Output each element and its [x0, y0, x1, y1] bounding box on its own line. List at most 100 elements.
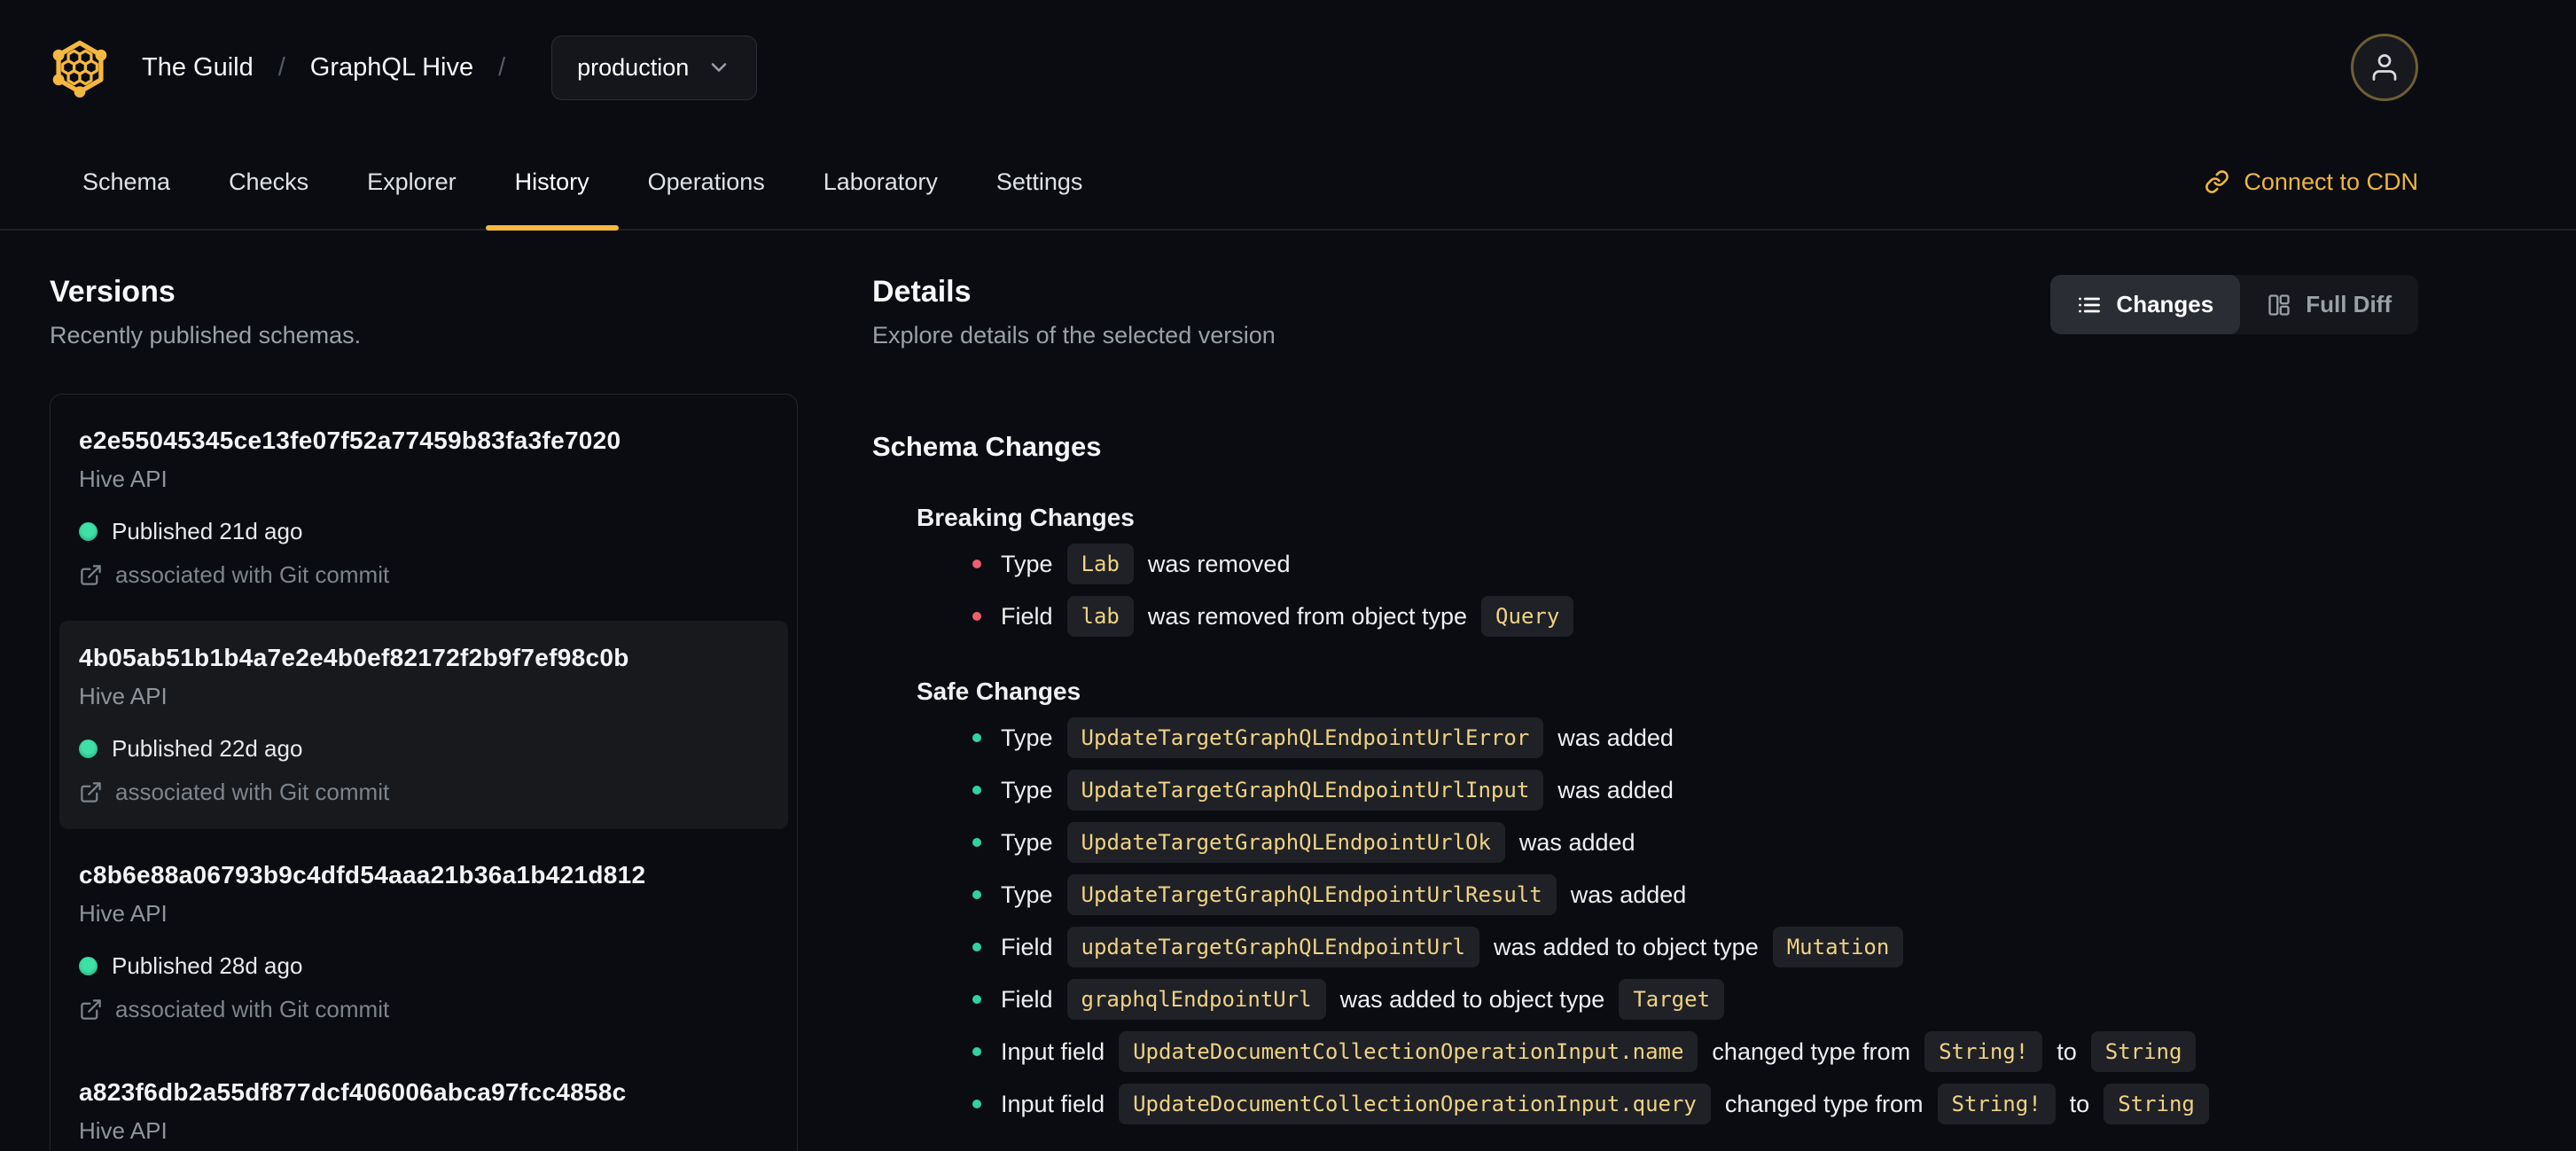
- version-status: Published 28d ago: [79, 952, 769, 980]
- version-git-text: associated with Git commit: [115, 561, 390, 588]
- change-text: was added: [1570, 881, 1687, 908]
- change-text: changed type from: [1724, 1090, 1924, 1117]
- version-hash: c8b6e88a06793b9c4dfd54aaa21b36a1b421d812: [79, 861, 646, 889]
- change-row-parts: Type UpdateTargetGraphQLEndpointUrlInput w…: [1001, 770, 1674, 810]
- change-text: was removed from object type: [1147, 602, 1468, 630]
- change-text: to: [2057, 1037, 2077, 1065]
- safe-bullet-icon: [972, 943, 981, 951]
- version-git-link[interactable]: associated with Git commit: [79, 996, 769, 1023]
- versions-subtitle: Recently published schemas.: [50, 322, 362, 348]
- list-icon: [2079, 297, 2101, 312]
- published-dot-icon: [79, 957, 98, 975]
- change-row-parts: Type UpdateTargetGraphQLEndpointUrlError w…: [1001, 717, 1674, 758]
- version-item[interactable]: a823f6db2a55df877dcf406006abca97fcc4858c…: [59, 1055, 788, 1151]
- connect-to-cdn-label: Connect to CDN: [2244, 168, 2418, 195]
- code-chip: lab: [1066, 596, 1134, 637]
- safe-bullet-icon: [972, 890, 981, 899]
- code-chip: UpdateTargetGraphQLEndpointUrlResult: [1066, 874, 1557, 915]
- full-diff-toggle-button[interactable]: Full Diff: [2240, 275, 2418, 334]
- version-git-text: associated with Git commit: [115, 779, 390, 805]
- full-diff-toggle-label: Full Diff: [2306, 291, 2392, 317]
- target-selector-value: production: [577, 53, 690, 81]
- safe-bullet-icon: [972, 786, 981, 795]
- tab-schema[interactable]: Schema: [53, 135, 199, 229]
- change-text: was added: [1557, 724, 1674, 751]
- tab-checks[interactable]: Checks: [199, 135, 338, 229]
- tab-operations[interactable]: Operations: [619, 135, 794, 229]
- chevron-down-icon: [711, 63, 727, 72]
- changes-toggle-label: Changes: [2116, 291, 2214, 317]
- tab-history[interactable]: History: [485, 135, 619, 231]
- change-row: Type UpdateTargetGraphQLEndpointUrlResult…: [972, 874, 2418, 915]
- hive-logo-icon[interactable]: [50, 37, 110, 98]
- tab-settings[interactable]: Settings: [967, 135, 1112, 229]
- version-git-text: associated with Git commit: [115, 996, 390, 1022]
- code-chip: Mutation: [1772, 927, 1904, 967]
- user-menu-button[interactable]: [2351, 34, 2418, 101]
- breadcrumb-project[interactable]: GraphQL Hive: [310, 53, 473, 82]
- code-chip: UpdateDocumentCollectionOperationInput.q…: [1119, 1084, 1711, 1124]
- change-row-parts: Input field UpdateDocumentCollectionOpera…: [1001, 1084, 2209, 1124]
- connect-to-cdn-button[interactable]: Connect to CDN: [2205, 135, 2418, 229]
- version-status-text: Published 28d ago: [112, 952, 303, 979]
- breadcrumb: The Guild / GraphQL Hive / production: [142, 35, 758, 100]
- tab-explorer[interactable]: Explorer: [338, 135, 486, 229]
- details-header-text: Details Explore details of the selected …: [872, 275, 1276, 349]
- version-status: Published 21d ago: [79, 518, 769, 545]
- external-link-icon: [81, 999, 101, 1020]
- breadcrumb-org[interactable]: The Guild: [142, 53, 254, 82]
- version-hash: a823f6db2a55df877dcf406006abca97fcc4858c: [79, 1078, 627, 1106]
- details-header: Details Explore details of the selected …: [872, 275, 2418, 349]
- change-text: changed type from: [1712, 1037, 1911, 1065]
- code-chip: UpdateDocumentCollectionOperationInput.n…: [1119, 1031, 1698, 1072]
- change-row-parts: Field lab was removed from object type Quer…: [1001, 596, 1574, 637]
- safe-bullet-icon: [972, 733, 981, 742]
- version-status-text: Published 22d ago: [112, 735, 303, 762]
- published-dot-icon: [79, 740, 98, 758]
- change-row-parts: Type UpdateTargetGraphQLEndpointUrlOk was …: [1001, 822, 1635, 863]
- change-row: Type UpdateTargetGraphQLEndpointUrlOk was …: [972, 822, 2418, 863]
- code-chip: Target: [1619, 979, 1725, 1020]
- version-service: Hive API: [79, 466, 168, 492]
- code-chip: Lab: [1066, 544, 1134, 584]
- change-text: Input field: [1001, 1090, 1105, 1117]
- version-git-link[interactable]: associated with Git commit: [79, 561, 769, 589]
- tab-laboratory[interactable]: Laboratory: [794, 135, 967, 229]
- version-git-link[interactable]: associated with Git commit: [79, 779, 769, 806]
- change-text: was added to object type: [1494, 933, 1759, 960]
- version-service: Hive API: [79, 1117, 168, 1144]
- code-chip: UpdateTargetGraphQLEndpointUrlError: [1066, 717, 1544, 758]
- code-chip: Query: [1481, 596, 1574, 637]
- versions-panel: Versions Recently published schemas. e2e…: [50, 275, 798, 1151]
- code-chip: updateTargetGraphQLEndpointUrl: [1066, 927, 1480, 967]
- breaking-bullet-icon: [972, 560, 981, 568]
- diff-columns-icon: [2268, 294, 2290, 316]
- external-link-icon: [81, 565, 101, 585]
- version-item[interactable]: c8b6e88a06793b9c4dfd54aaa21b36a1b421d812…: [59, 838, 788, 1046]
- change-text: Field: [1001, 933, 1053, 960]
- change-text: Field: [1001, 602, 1053, 630]
- code-chip: String: [2090, 1031, 2197, 1072]
- change-text: Type: [1001, 881, 1053, 908]
- version-item[interactable]: 4b05ab51b1b4a7e2e4b0ef82172f2b9f7ef98c0b…: [59, 621, 788, 829]
- change-text: Field: [1001, 985, 1053, 1013]
- version-service: Hive API: [79, 900, 168, 927]
- change-row: Field lab was removed from object type Quer…: [972, 596, 2418, 637]
- external-link-icon: [81, 782, 101, 803]
- breadcrumb-separator: /: [277, 52, 285, 82]
- changes-toggle-button[interactable]: Changes: [2050, 275, 2241, 334]
- change-group-label: Safe Changes: [917, 677, 1081, 705]
- code-chip: UpdateTargetGraphQLEndpointUrlOk: [1066, 822, 1505, 863]
- change-row: Field updateTargetGraphQLEndpointUrl was a…: [972, 927, 2418, 967]
- change-list: Type UpdateTargetGraphQLEndpointUrlError w…: [972, 717, 2418, 1124]
- change-row: Type Lab was removed: [972, 544, 2418, 584]
- published-dot-icon: [79, 522, 98, 541]
- app-root: { "header": { "org": "The Guild", "proje…: [0, 0, 2576, 1151]
- link-icon: [2205, 170, 2229, 193]
- version-item[interactable]: e2e55045345ce13fe07f52a77459b83fa3fe7020…: [59, 403, 788, 612]
- change-row: Type UpdateTargetGraphQLEndpointUrlError w…: [972, 717, 2418, 758]
- code-chip: String!: [1937, 1084, 2056, 1124]
- change-row: Input field UpdateDocumentCollectionOpera…: [972, 1031, 2418, 1072]
- target-selector[interactable]: production: [551, 35, 758, 100]
- change-row-parts: Type UpdateTargetGraphQLEndpointUrlResult…: [1001, 874, 1686, 915]
